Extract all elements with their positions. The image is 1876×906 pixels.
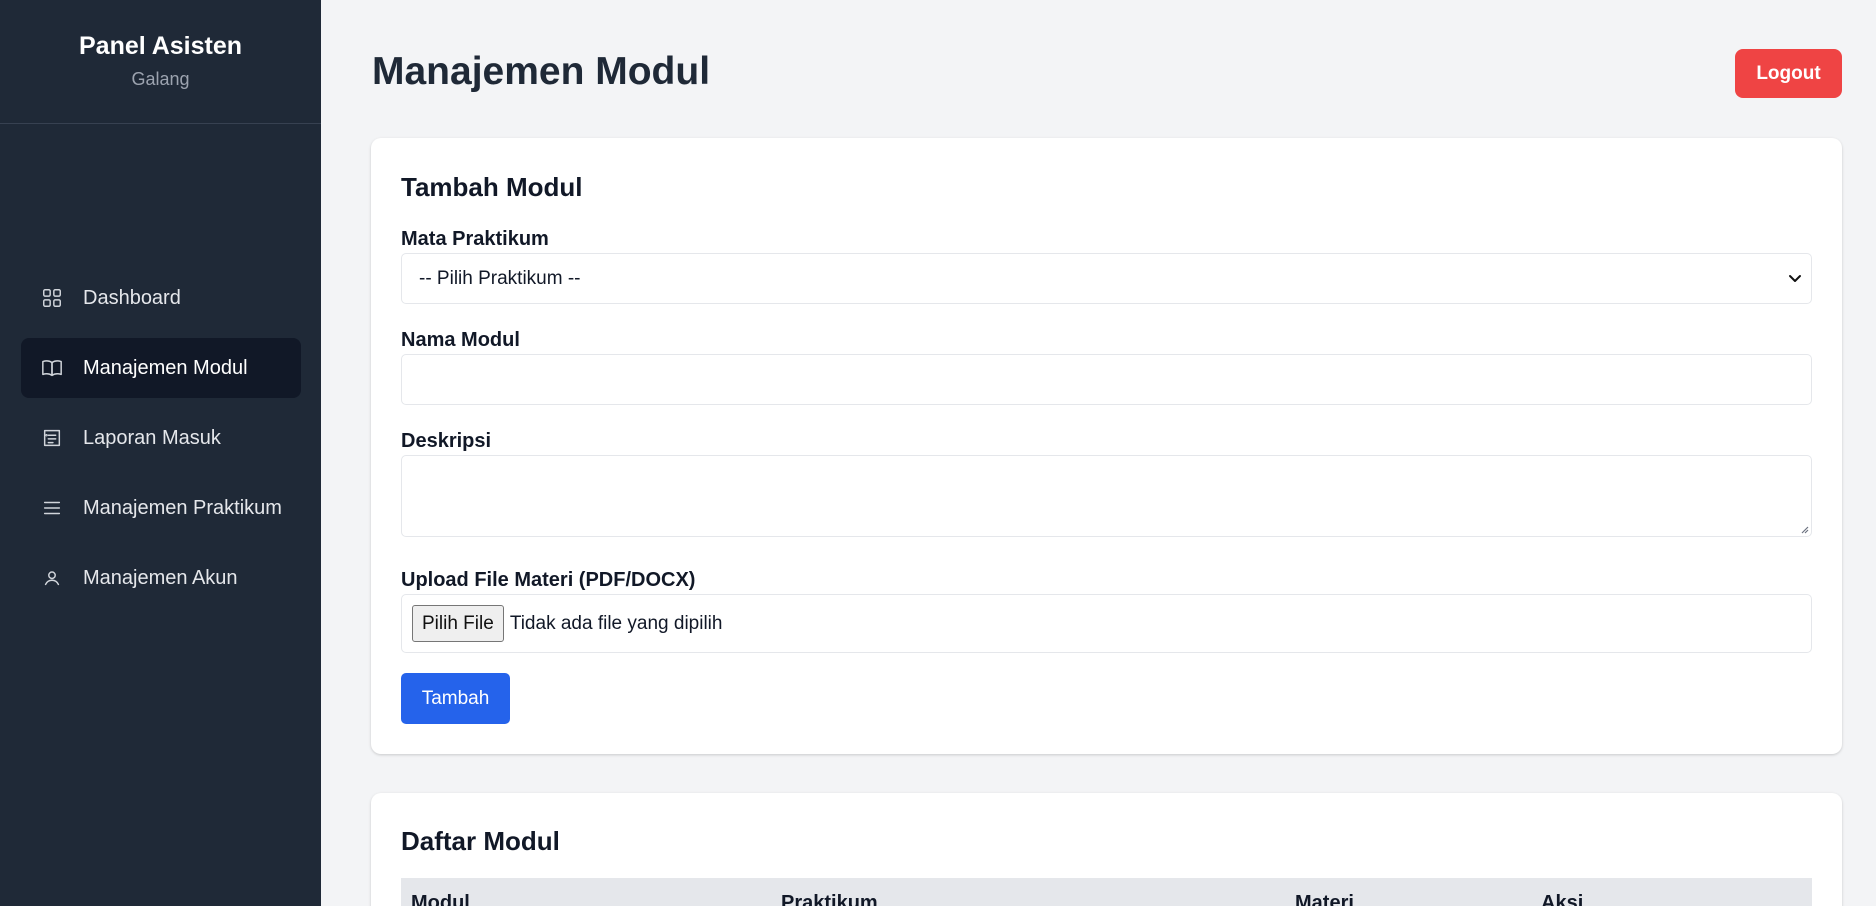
dashboard-grid-icon	[41, 287, 63, 309]
column-header-modul: Modul	[411, 892, 470, 906]
menu-lines-icon	[41, 497, 63, 519]
deskripsi-label: Deskripsi	[401, 430, 492, 452]
logout-button[interactable]: Logout	[1735, 49, 1842, 98]
sidebar-item-label: Manajemen Modul	[83, 356, 248, 379]
praktikum-select[interactable]: -- Pilih Praktikum --	[401, 253, 1812, 304]
sidebar-title: Panel Asisten	[78, 32, 243, 60]
module-list-card: Daftar Modul Modul Praktikum Materi Aksi	[371, 793, 1842, 906]
praktikum-label: Mata Praktikum	[401, 228, 549, 250]
column-header-praktikum: Praktikum	[781, 892, 878, 906]
tambah-button[interactable]: Tambah	[401, 673, 510, 724]
upload-file-input[interactable]: Pilih File Tidak ada file yang dipilih	[401, 594, 1812, 653]
sidebar-item-label: Manajemen Praktikum	[83, 496, 282, 519]
sidebar-nav: Dashboard Manajemen Modul Laporan Masuk …	[0, 124, 321, 589]
chevron-down-icon	[1789, 275, 1801, 282]
sidebar-item-label: Manajemen Akun	[83, 566, 238, 589]
sidebar-brand: Panel Asisten Galang	[0, 0, 321, 124]
add-module-card: Tambah Modul Mata Praktikum -- Pilih Pra…	[371, 138, 1842, 754]
sidebar-item-manajemen-praktikum[interactable]: Manajemen Praktikum	[21, 478, 301, 538]
deskripsi-textarea[interactable]	[401, 455, 1812, 537]
sidebar-item-manajemen-modul[interactable]: Manajemen Modul	[21, 338, 301, 398]
main-content: Manajemen Modul Logout Tambah Modul Mata…	[321, 0, 1876, 906]
page-title: Manajemen Modul	[372, 50, 711, 93]
sidebar-item-manajemen-akun[interactable]: Manajemen Akun	[21, 548, 301, 608]
column-header-aksi: Aksi	[1541, 892, 1584, 906]
nama-modul-input[interactable]	[401, 354, 1812, 405]
nama-modul-label: Nama Modul	[401, 329, 520, 351]
praktikum-selected-value: -- Pilih Praktikum --	[419, 267, 581, 289]
sidebar-item-dashboard[interactable]: Dashboard	[21, 268, 301, 328]
report-list-icon	[41, 427, 63, 449]
sidebar-item-label: Dashboard	[83, 286, 181, 309]
book-open-icon	[41, 357, 63, 379]
table-header: Modul Praktikum Materi Aksi	[401, 878, 1812, 906]
file-status-text: Tidak ada file yang dipilih	[509, 612, 723, 634]
sidebar-username: Galang	[131, 69, 190, 89]
add-module-title: Tambah Modul	[401, 172, 583, 202]
column-header-materi: Materi	[1295, 892, 1354, 906]
resize-grip-icon[interactable]	[1799, 524, 1809, 534]
user-icon	[41, 567, 63, 589]
sidebar: Panel Asisten Galang Dashboard Manajemen…	[0, 0, 321, 906]
upload-file-label: Upload File Materi (PDF/DOCX)	[401, 569, 696, 591]
sidebar-item-label: Laporan Masuk	[83, 426, 221, 449]
sidebar-item-laporan-masuk[interactable]: Laporan Masuk	[21, 408, 301, 468]
module-list-title: Daftar Modul	[401, 826, 560, 856]
choose-file-button[interactable]: Pilih File	[412, 605, 504, 642]
